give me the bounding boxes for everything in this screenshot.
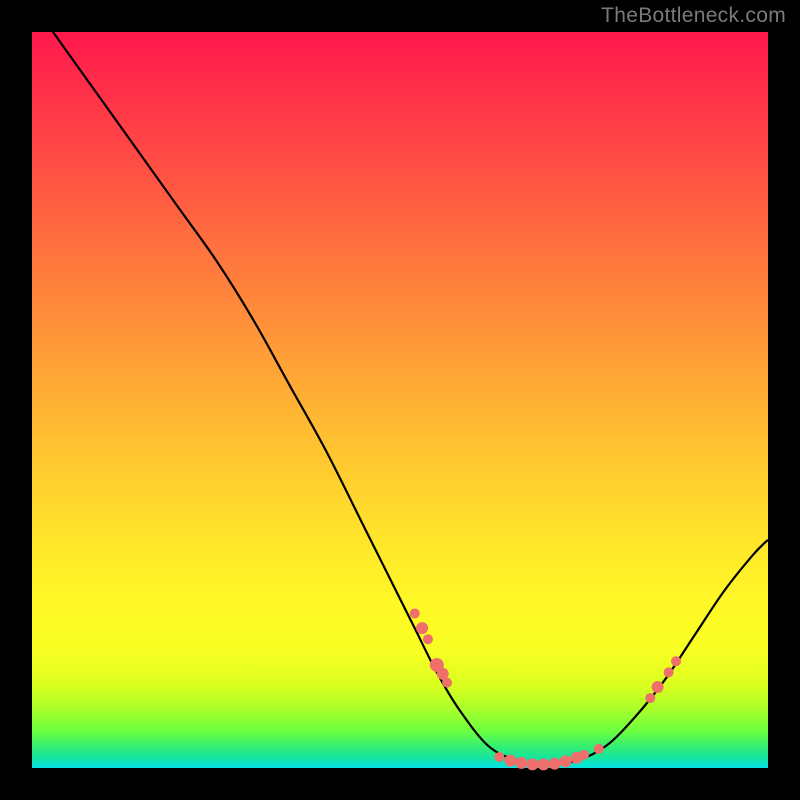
scatter-point xyxy=(423,634,433,644)
scatter-point xyxy=(515,757,527,769)
scatter-point xyxy=(594,744,604,754)
bottleneck-curve-line xyxy=(32,3,768,765)
attribution-text: TheBottleneck.com xyxy=(601,4,786,28)
scatter-point xyxy=(560,755,572,767)
scatter-point xyxy=(410,608,420,618)
chart-svg xyxy=(32,32,768,768)
scatter-point xyxy=(494,752,504,762)
scatter-point xyxy=(442,678,452,688)
scatter-point xyxy=(526,758,538,770)
scatter-point xyxy=(579,750,589,760)
scatter-point xyxy=(671,656,681,666)
scatter-points-group xyxy=(410,608,681,770)
scatter-point xyxy=(504,755,516,767)
scatter-point xyxy=(538,758,550,770)
scatter-point xyxy=(652,681,664,693)
chart-plot-area xyxy=(32,32,768,768)
scatter-point xyxy=(549,758,561,770)
scatter-point xyxy=(416,622,428,634)
scatter-point xyxy=(664,667,674,677)
scatter-point xyxy=(645,693,655,703)
